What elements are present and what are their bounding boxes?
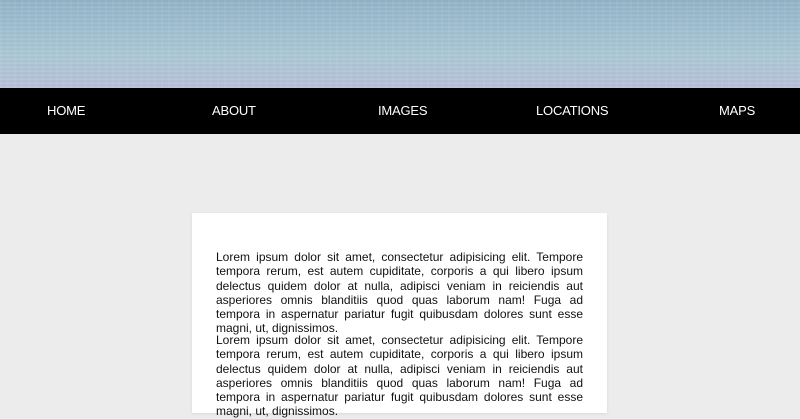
nav-item-home[interactable]: HOME bbox=[47, 88, 85, 134]
nav-item-images[interactable]: IMAGES bbox=[378, 88, 428, 134]
body-paragraph: Lorem ipsum dolor sit amet, consectetur … bbox=[216, 333, 583, 419]
main-navigation: HOME ABOUT IMAGES LOCATIONS MAPS bbox=[0, 88, 800, 134]
nav-item-locations[interactable]: LOCATIONS bbox=[536, 88, 609, 134]
hero-water-texture bbox=[0, 0, 800, 88]
body-paragraph: Lorem ipsum dolor sit amet, consectetur … bbox=[216, 250, 583, 336]
nav-item-maps[interactable]: MAPS bbox=[719, 88, 755, 134]
hero-banner-image bbox=[0, 0, 800, 88]
nav-item-about[interactable]: ABOUT bbox=[212, 88, 256, 134]
content-card: Lorem ipsum dolor sit amet, consectetur … bbox=[192, 213, 607, 418]
